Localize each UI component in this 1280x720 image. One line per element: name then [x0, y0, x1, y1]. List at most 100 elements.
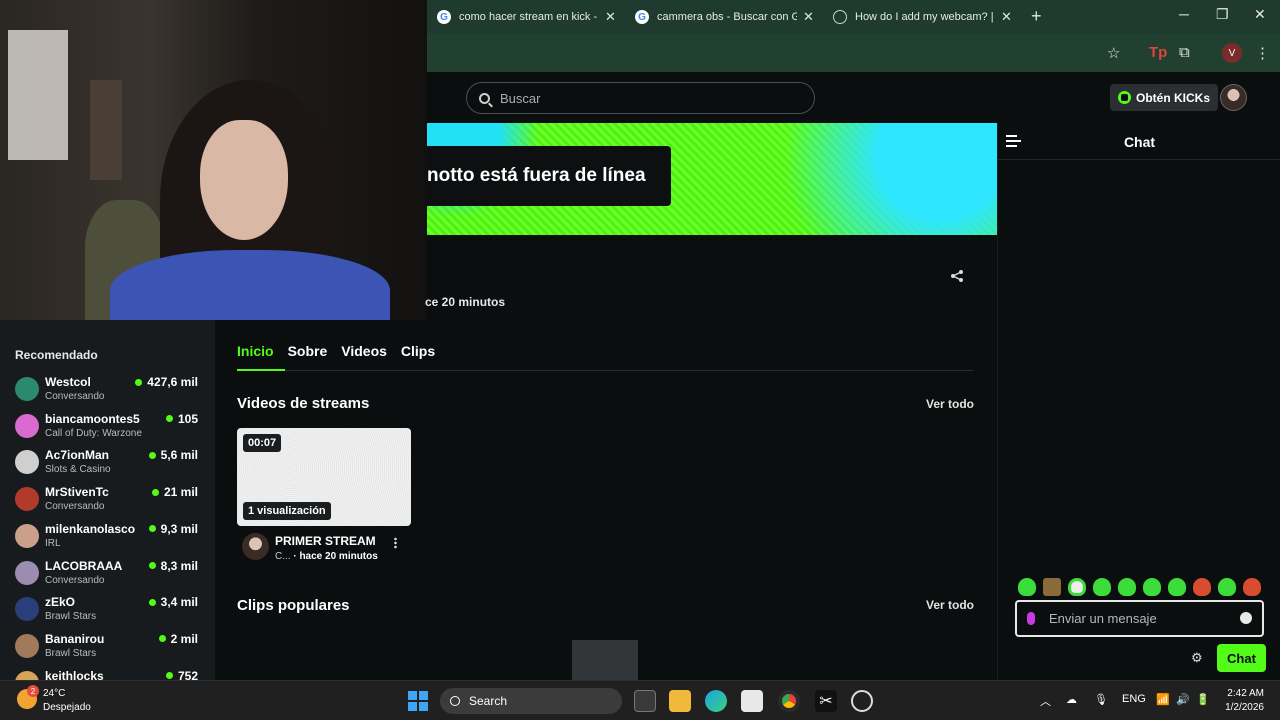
clock-date: 1/2/2026 — [1225, 702, 1264, 713]
channel-viewers: 5,6 mil — [149, 448, 198, 462]
video-time-ago: · hace 20 minutos — [293, 551, 378, 562]
channel-name: Bananirou — [45, 631, 105, 646]
clock-time: 2:42 AM — [1227, 688, 1264, 699]
search-box[interactable] — [466, 82, 815, 114]
emote-icon[interactable] — [1143, 578, 1161, 596]
emote-icon[interactable] — [1118, 578, 1136, 596]
videos-see-all-link[interactable]: Ver todo — [926, 397, 974, 411]
chat-header: Chat — [998, 122, 1280, 160]
chrome-icon[interactable] — [778, 690, 800, 712]
sidebar-channel-item[interactable]: MrStivenTc Conversando 21 mil — [15, 485, 205, 519]
site-header: Obtén KICKs — [427, 72, 1280, 122]
offline-notice: notto está fuera de línea — [427, 146, 671, 206]
profile-avatar[interactable]: V — [1222, 43, 1242, 63]
sidebar-channel-item[interactable]: milenkanolasco IRL 9,3 mil — [15, 522, 205, 556]
battery-icon[interactable]: 🔋 — [1196, 693, 1210, 706]
windows-start-icon[interactable] — [408, 691, 428, 711]
taskbar-search[interactable]: Search — [440, 688, 622, 714]
emote-icon[interactable] — [1068, 578, 1086, 596]
channel-tabs: Inicio Sobre Videos Clips — [237, 343, 435, 370]
browser-toolbar: ☆ Tp ⧉ V ⋮ — [427, 34, 1280, 72]
volume-icon[interactable]: 🔊 — [1176, 693, 1190, 706]
chat-message-input[interactable] — [1049, 611, 1219, 626]
system-clock[interactable]: 2:42 AM 1/2/2026 — [1222, 687, 1264, 715]
sidebar-channel-item[interactable]: Westcol Conversando 427,6 mil — [15, 375, 205, 409]
browser-tab-2[interactable]: G cammera obs - Buscar con Goo ✕ — [635, 6, 814, 28]
share-icon[interactable] — [950, 269, 964, 283]
get-kicks-button[interactable]: Obtén KICKs — [1110, 84, 1219, 111]
sidebar-channel-item[interactable]: Ac7ionMan Slots & Casino 5,6 mil — [15, 448, 205, 482]
language-indicator[interactable]: ENG — [1122, 693, 1146, 705]
emote-icon[interactable] — [1193, 578, 1211, 596]
close-tab-icon[interactable]: ✕ — [803, 9, 814, 25]
wifi-icon[interactable]: 📶 — [1156, 693, 1170, 706]
microphone-icon[interactable] — [1027, 612, 1035, 625]
channel-avatar — [15, 523, 39, 548]
clips-section-title: Clips populares — [237, 597, 350, 614]
browser-tab-3[interactable]: How do I add my webcam? | Ol ✕ — [833, 6, 1012, 28]
recommended-sidebar: Recomendado Westcol Conversando 427,6 mil b… — [0, 320, 215, 695]
capcut-icon[interactable]: ✂ — [815, 690, 837, 712]
emote-icon[interactable] — [1218, 578, 1236, 596]
video-options-icon[interactable] — [394, 537, 397, 549]
tray-overflow-chevron-icon[interactable]: ︿ — [1040, 693, 1051, 709]
emote-icon[interactable] — [1243, 578, 1261, 596]
close-tab-icon[interactable]: ✕ — [1001, 9, 1012, 25]
browser-menu-icon[interactable]: ⋮ — [1255, 44, 1270, 62]
emote-icon[interactable] — [1018, 578, 1036, 596]
sidebar-channel-item[interactable]: LACOBRAAA Conversando 8,3 mil — [15, 559, 205, 593]
video-title[interactable]: PRIMER STREAM — [275, 534, 376, 548]
video-channel-avatar[interactable] — [242, 533, 269, 560]
onedrive-icon[interactable]: ☁ — [1066, 693, 1077, 706]
search-icon — [479, 92, 490, 104]
emote-icon[interactable] — [1093, 578, 1111, 596]
tab-videos[interactable]: Videos — [341, 343, 387, 370]
browser-tab-1[interactable]: G como hacer stream en kick - Bu ✕ — [437, 6, 616, 28]
new-tab-button[interactable]: + — [1031, 6, 1042, 27]
emote-icon[interactable] — [1043, 578, 1061, 596]
channel-avatar — [15, 487, 39, 512]
channel-category: Conversando — [45, 501, 105, 513]
restore-icon[interactable]: ❐ — [1216, 6, 1229, 23]
user-avatar[interactable] — [1220, 84, 1247, 111]
emote-icon[interactable] — [1168, 578, 1186, 596]
tab-clips[interactable]: Clips — [401, 343, 435, 370]
close-tab-icon[interactable]: ✕ — [605, 9, 616, 25]
github-desktop-icon[interactable] — [851, 690, 873, 712]
file-explorer-icon[interactable] — [669, 690, 691, 712]
sidebar-channel-item[interactable]: zEkO Brawl Stars 3,4 mil — [15, 595, 205, 629]
extension-icon[interactable]: Tp — [1149, 44, 1167, 61]
sidebar-channel-item[interactable]: Bananirou Brawl Stars 2 mil — [15, 632, 205, 666]
extensions-puzzle-icon[interactable]: ⧉ — [1179, 44, 1190, 61]
weather-temperature[interactable]: 24°C — [43, 688, 65, 699]
bookmark-star-icon[interactable]: ☆ — [1107, 44, 1120, 62]
weather-condition[interactable]: Despejado — [43, 702, 91, 713]
channel-category: Call of Duty: Warzone — [45, 427, 142, 439]
channel-name: milenkanolasco — [45, 521, 136, 536]
tab-sobre[interactable]: Sobre — [288, 343, 328, 370]
tab-title: How do I add my webcam? | Ol — [855, 11, 995, 23]
chat-settings-gear-icon[interactable]: ⚙ — [1191, 650, 1203, 666]
emoji-icon[interactable] — [1240, 612, 1252, 624]
chat-message-box[interactable] — [1015, 600, 1264, 637]
webcam-poster — [8, 30, 68, 160]
task-view-icon[interactable] — [634, 690, 656, 712]
minimize-icon[interactable]: ─ — [1179, 6, 1189, 22]
emote-row — [1018, 578, 1261, 596]
edge-browser-icon[interactable] — [705, 690, 727, 712]
microsoft-store-icon[interactable] — [741, 690, 763, 712]
chat-title: Chat — [1123, 134, 1156, 150]
search-icon — [450, 696, 460, 706]
stream-time-ago: ce 20 minutos — [425, 295, 506, 309]
clips-see-all-link[interactable]: Ver todo — [926, 598, 974, 612]
tab-inicio[interactable]: Inicio — [237, 343, 274, 370]
video-thumbnail[interactable]: 00:07 1 visualización — [237, 428, 411, 526]
close-window-icon[interactable]: ✕ — [1254, 6, 1266, 23]
video-channel-name[interactable]: C... — [275, 551, 291, 562]
webcam-wall-item — [90, 80, 122, 180]
sidebar-channel-item[interactable]: biancamoontes5 Call of Duty: Warzone 105 — [15, 412, 205, 446]
search-input[interactable] — [500, 90, 800, 106]
sidebar-title: Recomendado — [15, 348, 98, 362]
send-chat-button[interactable]: Chat — [1217, 644, 1266, 672]
microphone-tray-icon[interactable]: 🎙 — [1094, 693, 1108, 706]
